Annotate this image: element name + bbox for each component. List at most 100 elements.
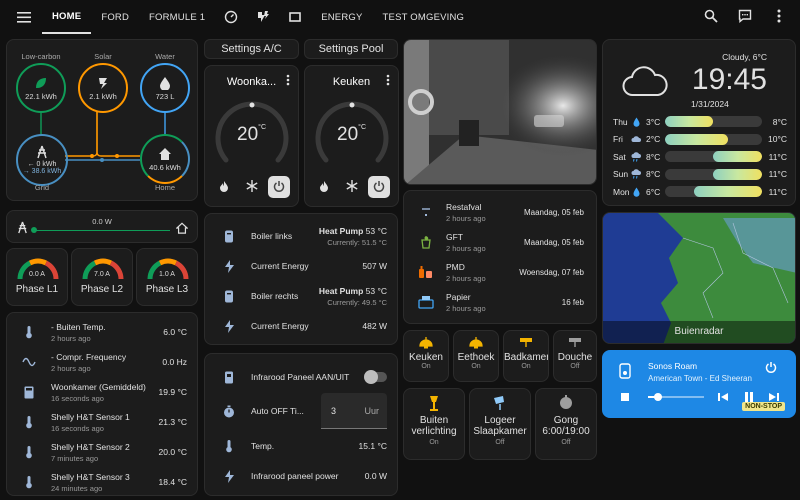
camera-feed[interactable] bbox=[403, 39, 597, 185]
cloud-icon bbox=[631, 135, 642, 143]
list-item[interactable]: Boiler links Heat Pump 53 °C Currently: 5… bbox=[219, 222, 387, 250]
tab-home[interactable]: HOME bbox=[42, 0, 92, 34]
flash-icon bbox=[219, 469, 239, 483]
search-icon[interactable] bbox=[700, 5, 722, 27]
tab-formule-1[interactable]: FORMULE 1 bbox=[139, 0, 215, 34]
water-drop-icon bbox=[159, 76, 171, 92]
infrared-temp-label: Temp. bbox=[251, 441, 275, 451]
media-power-button[interactable] bbox=[765, 361, 777, 376]
media-player-card[interactable]: Sonos Roam American Town - Ed Sheeran NO… bbox=[602, 350, 796, 418]
settings-ac-button[interactable]: Settings A/C bbox=[204, 39, 299, 59]
tile-gong[interactable]: Gong 6:00/19:00 Off bbox=[535, 388, 597, 460]
settings-pool-button[interactable]: Settings Pool bbox=[304, 39, 398, 59]
cool-mode-button[interactable] bbox=[241, 176, 263, 198]
tile-name-line2: Slaapkamer bbox=[473, 426, 527, 437]
off-mode-button[interactable] bbox=[268, 176, 290, 198]
phase-value: 1.0 A bbox=[159, 271, 175, 278]
buienradar-map[interactable]: Buienradar bbox=[602, 212, 796, 344]
list-item[interactable]: Current Energy 482 W bbox=[219, 312, 387, 340]
low-carbon-label: Low-carbon bbox=[21, 52, 61, 61]
list-item[interactable]: Temp. 15.1 °C bbox=[219, 432, 387, 460]
tab-ford[interactable]: FORD bbox=[91, 0, 139, 34]
tile-logeer-slaapkamer[interactable]: Logeer Slaapkamer Off bbox=[469, 388, 531, 460]
thermostat-card-keuken[interactable]: Keuken 20°C bbox=[304, 65, 399, 207]
phase-l1-gauge[interactable]: 0.0 A Phase L1 bbox=[6, 248, 68, 306]
previous-track-button[interactable] bbox=[718, 392, 728, 405]
infrared-toggle-switch[interactable] bbox=[364, 370, 387, 384]
rain-cloud-icon bbox=[631, 169, 642, 179]
more-vertical-icon[interactable] bbox=[768, 5, 790, 27]
rectangle-outline-icon[interactable] bbox=[279, 0, 311, 34]
heat-mode-button[interactable] bbox=[313, 176, 335, 198]
flash-icon bbox=[219, 259, 239, 273]
waste-title: Papier bbox=[446, 291, 471, 302]
list-item[interactable]: - Compr. Frequency 2 hours ago 0.0 Hz bbox=[19, 348, 187, 376]
grid-node[interactable]: ← 0 kWh → 38.6 kWh bbox=[16, 134, 68, 186]
more-vertical-icon[interactable] bbox=[386, 74, 390, 89]
power-icon bbox=[273, 180, 285, 195]
water-node[interactable]: 723 L bbox=[140, 63, 190, 113]
light-tile-keuken[interactable]: Keuken On bbox=[403, 330, 449, 382]
list-item[interactable]: PMD 2 hours ago Woensdag, 07 feb bbox=[416, 258, 584, 286]
list-item[interactable]: Shelly H&T Sensor 3 24 minutes ago 18.4 °… bbox=[19, 468, 187, 496]
tab-energy[interactable]: ENERGY bbox=[311, 0, 372, 34]
stop-button[interactable] bbox=[621, 393, 629, 401]
more-vertical-icon[interactable] bbox=[286, 74, 290, 89]
list-item[interactable]: Current Energy 507 W bbox=[219, 252, 387, 280]
list-item[interactable]: Infrarood paneel power 0.0 W bbox=[219, 462, 387, 490]
media-progress[interactable] bbox=[648, 393, 704, 401]
list-item[interactable]: Shelly H&T Sensor 27 minutes ago 20.0 °C bbox=[19, 438, 187, 466]
low-carbon-node[interactable]: 22.1 kWh bbox=[16, 63, 66, 113]
list-item[interactable]: Shelly H&T Sensor 1 16 seconds ago 21.3 °… bbox=[19, 408, 187, 436]
sensor-title: Shelly H&T Sensor 1 bbox=[51, 411, 130, 422]
wall-light-icon bbox=[554, 337, 596, 352]
list-item[interactable]: Restafval 2 hours ago Maandag, 05 feb bbox=[416, 198, 584, 226]
infrared-toggle-row[interactable]: Infrarood Paneel AAN/UIT bbox=[219, 363, 387, 391]
tile-buiten-verlichting[interactable]: Buiten verlichting On bbox=[403, 388, 465, 460]
waste-updated: 2 hours ago bbox=[446, 303, 486, 313]
chat-icon[interactable] bbox=[734, 5, 756, 27]
list-item[interactable]: Papier 2 hours ago 16 feb bbox=[416, 288, 584, 316]
auto-off-timer-input[interactable]: 3 Uur bbox=[321, 393, 387, 429]
list-item[interactable]: - Buiten Temp. 2 hours ago 6.0 °C bbox=[19, 318, 187, 346]
light-tile-douche[interactable]: Douche Off bbox=[553, 330, 597, 382]
phase-l3-gauge[interactable]: 1.0 A Phase L3 bbox=[136, 248, 198, 306]
tile-name: Douche bbox=[557, 352, 593, 363]
sensor-title: Shelly H&T Sensor 3 bbox=[51, 471, 130, 482]
list-item[interactable]: GFT 2 hours ago Maandag, 05 feb bbox=[416, 228, 584, 256]
list-item[interactable]: Boiler rechts Heat Pump 53 °C Currently: … bbox=[219, 282, 387, 310]
light-tile-eethoek[interactable]: Eethoek On bbox=[453, 330, 499, 382]
forecast-row: Thu 3°C 8°C bbox=[613, 113, 787, 130]
home-node[interactable]: 40.6 kWh bbox=[140, 134, 190, 184]
thermometer-icon bbox=[19, 415, 39, 429]
auto-off-timer-label: Auto OFF Ti... bbox=[251, 406, 304, 416]
list-item[interactable]: Woonkamer (Gemiddeld) 16 seconds ago 19.9… bbox=[19, 378, 187, 406]
tile-state: On bbox=[521, 363, 531, 370]
phase-l2-gauge[interactable]: 7.0 A Phase L2 bbox=[71, 248, 133, 306]
power-plug-lightning-icon[interactable] bbox=[247, 0, 279, 34]
menu-icon[interactable] bbox=[12, 5, 36, 29]
tab-test-omgeving[interactable]: TEST OMGEVING bbox=[373, 0, 475, 34]
solar-node[interactable]: 2.1 kWh bbox=[78, 63, 128, 113]
speedometer-icon[interactable] bbox=[215, 0, 247, 34]
forecast-range-bar bbox=[664, 186, 762, 197]
waste-updated: 2 hours ago bbox=[446, 243, 486, 253]
light-tile-badkamer[interactable]: Badkamer On bbox=[503, 330, 549, 382]
off-mode-button[interactable] bbox=[368, 176, 390, 198]
fire-icon bbox=[219, 180, 229, 195]
media-progress-knob[interactable] bbox=[654, 393, 663, 401]
sensor-value: 21.3 °C bbox=[158, 417, 187, 427]
phase-value: 0.0 A bbox=[29, 271, 45, 278]
forecast-range-bar bbox=[664, 133, 762, 145]
energy-value: 507 W bbox=[362, 261, 387, 271]
flash-icon bbox=[219, 319, 239, 333]
water-label: Water bbox=[155, 52, 175, 61]
waste-date: Maandag, 05 feb bbox=[523, 237, 584, 247]
thermostat-card-woonkamer[interactable]: Woonka... 20°C bbox=[204, 65, 299, 207]
weather-card[interactable]: Cloudy, 6°C 19:45 1/31/2024 Thu 3°C 8°C Fri… bbox=[602, 39, 796, 206]
cool-mode-button[interactable] bbox=[341, 176, 363, 198]
waste-title: PMD bbox=[446, 261, 465, 272]
infrared-power-value: 0.0 W bbox=[364, 471, 387, 481]
thermostat-target: 20°C bbox=[205, 124, 298, 146]
heat-mode-button[interactable] bbox=[213, 176, 235, 198]
